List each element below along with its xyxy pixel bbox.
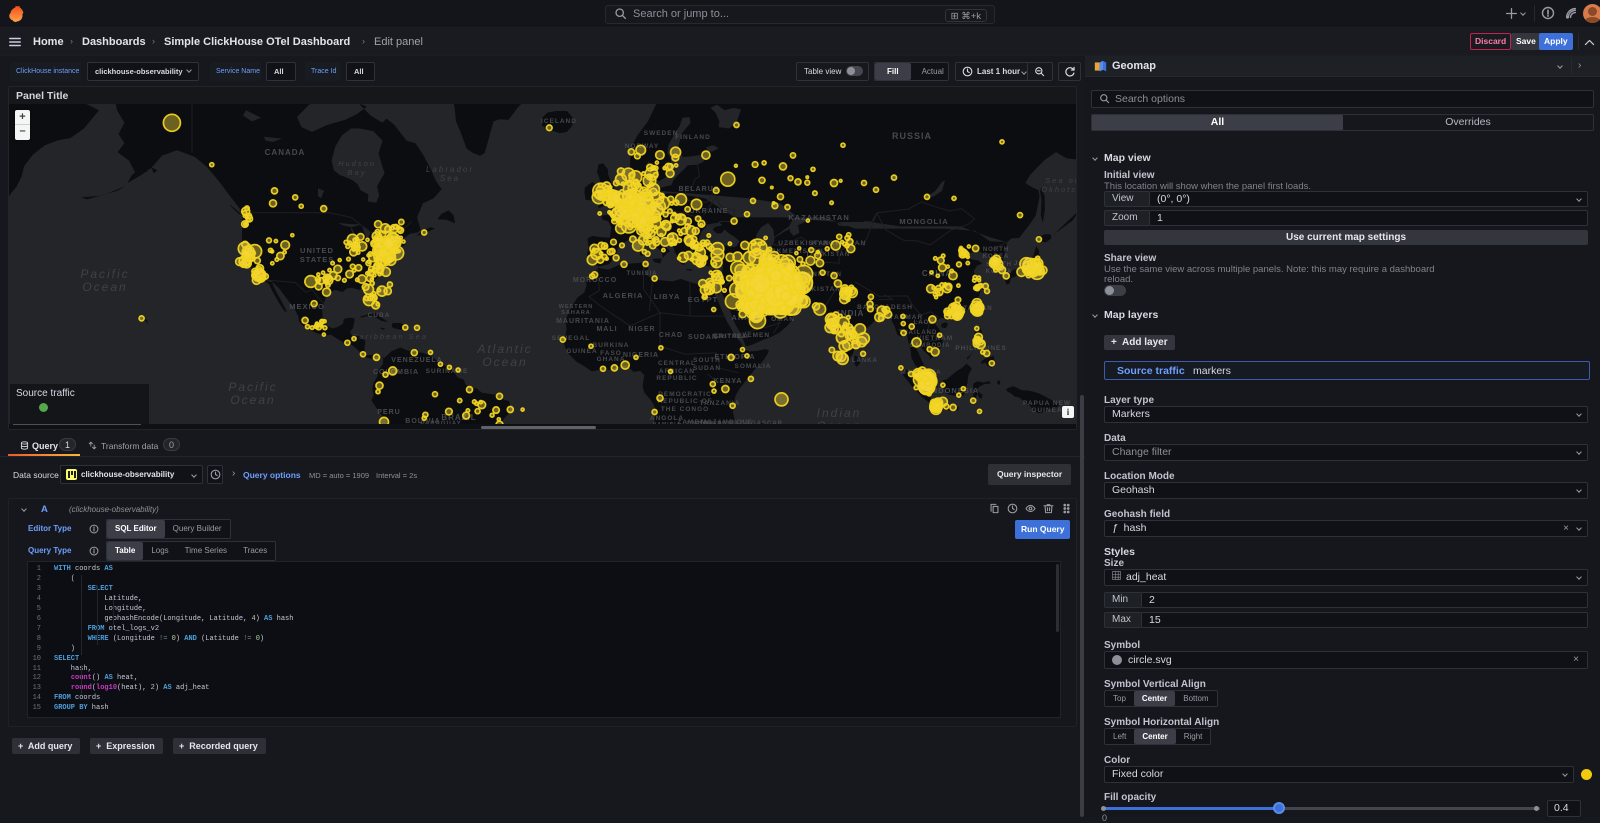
svg-text:PARAGUAY: PARAGUAY	[420, 421, 461, 424]
svg-text:NIGERIA: NIGERIA	[623, 352, 659, 359]
svg-text:Labrador: Labrador	[426, 165, 474, 174]
svg-text:ERITREA: ERITREA	[715, 334, 746, 340]
svg-text:MAURITANIA: MAURITANIA	[556, 318, 610, 325]
svg-text:AFRICAN: AFRICAN	[659, 368, 695, 375]
svg-text:KENYA: KENYA	[714, 378, 743, 385]
svg-text:SAHARA: SAHARA	[561, 310, 591, 316]
svg-text:MEXICO: MEXICO	[289, 302, 325, 311]
svg-text:Ocean: Ocean	[230, 393, 275, 407]
svg-text:ZIMBABWE: ZIMBABWE	[686, 421, 722, 424]
svg-text:KAZAKHSTAN: KAZAKHSTAN	[788, 213, 850, 222]
svg-text:GHANA: GHANA	[597, 356, 626, 363]
svg-text:GUINEA: GUINEA	[1031, 407, 1062, 414]
svg-text:Okhotsk: Okhotsk	[1041, 185, 1076, 194]
svg-text:SWEDEN: SWEDEN	[644, 130, 679, 137]
svg-text:VENEZUELA: VENEZUELA	[391, 357, 442, 364]
svg-text:MALI: MALI	[596, 326, 617, 333]
svg-text:PERU: PERU	[377, 409, 400, 416]
svg-text:Hudson: Hudson	[338, 159, 376, 168]
svg-text:THE CONGO: THE CONGO	[661, 406, 709, 413]
svg-text:NORTH: NORTH	[983, 247, 1009, 253]
svg-text:LIBYA: LIBYA	[654, 292, 681, 301]
svg-text:INDONESIA: INDONESIA	[929, 386, 980, 395]
svg-text:ALGERIA: ALGERIA	[603, 291, 644, 300]
svg-text:Sea: Sea	[440, 174, 460, 183]
svg-text:BURKINA: BURKINA	[593, 342, 630, 349]
svg-text:REPUBLIC: REPUBLIC	[656, 375, 697, 382]
svg-text:DEMOCRATIC: DEMOCRATIC	[658, 391, 712, 398]
svg-text:FINLAND: FINLAND	[675, 134, 711, 141]
svg-text:NIGER: NIGER	[628, 326, 655, 333]
svg-text:RUSSIA: RUSSIA	[892, 131, 932, 141]
svg-text:FASO: FASO	[600, 350, 622, 357]
svg-text:SOMALIA: SOMALIA	[735, 363, 772, 370]
svg-text:Ocean: Ocean	[816, 419, 861, 424]
svg-text:Sea of: Sea of	[1045, 176, 1076, 185]
svg-text:CUBA: CUBA	[368, 312, 391, 319]
svg-text:Atlantic: Atlantic	[476, 342, 532, 356]
svg-text:NAMIBIA: NAMIBIA	[653, 422, 681, 424]
svg-text:STATES: STATES	[300, 255, 334, 264]
svg-text:Ocean: Ocean	[82, 280, 127, 294]
svg-text:ICELAND: ICELAND	[541, 118, 577, 125]
svg-text:GUINEA: GUINEA	[566, 348, 597, 355]
svg-text:SENEGAL: SENEGAL	[552, 335, 590, 342]
svg-text:CANADA: CANADA	[265, 148, 306, 157]
svg-text:CHAD: CHAD	[659, 332, 683, 339]
svg-text:SOUTH: SOUTH	[693, 357, 721, 364]
svg-text:CENTRAL: CENTRAL	[658, 360, 696, 367]
svg-text:VIETNAM: VIETNAM	[917, 335, 953, 342]
svg-text:Indian: Indian	[817, 406, 862, 420]
svg-text:SUDAN: SUDAN	[693, 365, 721, 372]
svg-text:Pacific: Pacific	[80, 267, 129, 281]
svg-text:MONGOLIA: MONGOLIA	[899, 217, 948, 226]
svg-text:Ocean: Ocean	[482, 355, 527, 369]
svg-text:UNITED: UNITED	[300, 246, 334, 255]
svg-text:MADAGASCAR: MADAGASCAR	[729, 421, 783, 424]
svg-text:Pacific: Pacific	[228, 380, 277, 394]
svg-text:Caribbean Sea: Caribbean Sea	[352, 332, 428, 341]
svg-text:SURINAME: SURINAME	[426, 368, 469, 375]
svg-text:Bay: Bay	[348, 168, 367, 177]
